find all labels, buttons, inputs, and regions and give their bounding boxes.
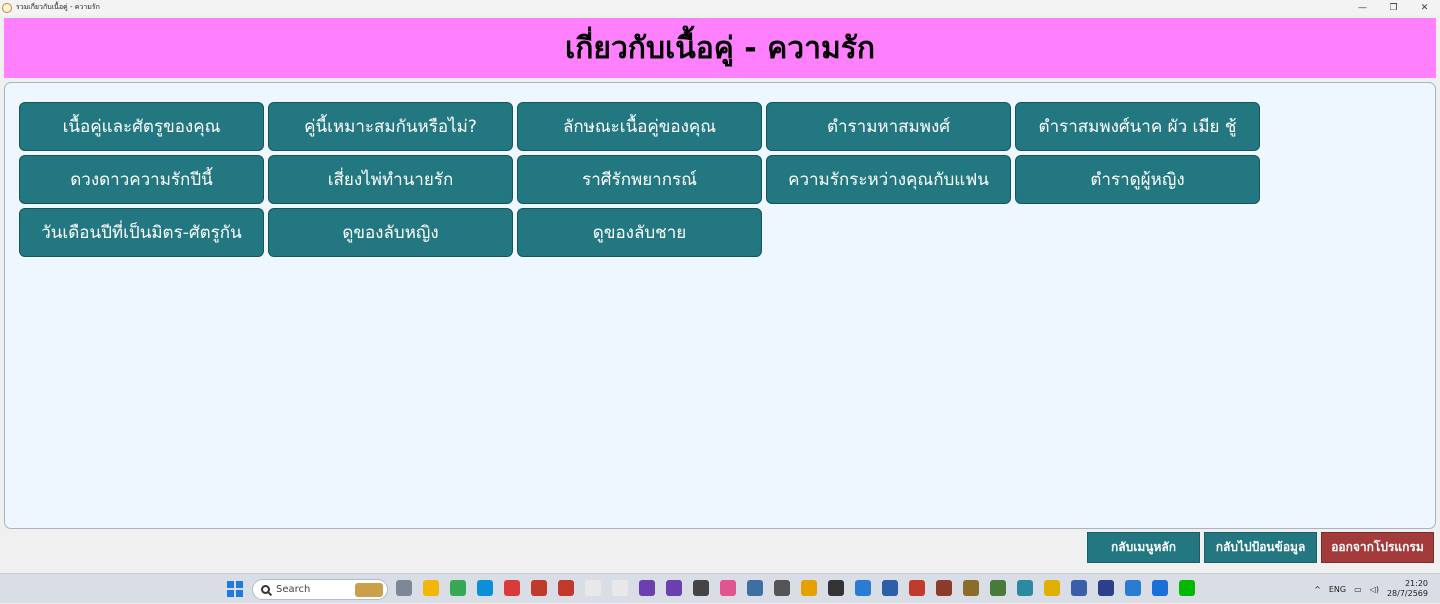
system-tray: ^ ENG ▭ ◁) 21:20 28/7/2569 [1314, 574, 1440, 604]
menu-button-partner-and-enemy[interactable]: เนื้อคู่และศัตรูของคุณ [19, 102, 264, 151]
taskbar-app-icon[interactable] [747, 580, 763, 596]
taskbar-app-icon[interactable] [612, 580, 628, 596]
taskbar-app-icon[interactable] [396, 580, 412, 596]
taskbar-app-icon[interactable] [1071, 580, 1087, 596]
search-highlight-icon [355, 583, 383, 597]
clock-date: 28/7/2569 [1386, 589, 1428, 598]
search-placeholder: Search [276, 584, 311, 595]
menu-button-maha-sompong[interactable]: ตำรามหาสมพงศ์ [766, 102, 1011, 151]
app-icon [2, 2, 12, 13]
taskbar-app-icon[interactable] [1152, 580, 1168, 596]
taskbar-app-icon[interactable] [585, 580, 601, 596]
menu-button-couple-compatibility[interactable]: คู่นี้เหมาะสมกันหรือไม่? [268, 102, 513, 151]
window-controls: — ❐ ✕ [1347, 0, 1440, 15]
page-title: เกี่ยวกับเนื้อคู่ - ความรัก [564, 30, 876, 66]
menu-button-reading-women[interactable]: ตำราดูผู้หญิง [1015, 155, 1260, 204]
menu-button-you-and-partner[interactable]: ความรักระหว่างคุณกับแฟน [766, 155, 1011, 204]
menu-button-male-secret[interactable]: ดูของลับชาย [517, 208, 762, 257]
taskbar-app-icon[interactable] [801, 580, 817, 596]
search-icon [261, 585, 270, 594]
taskbar-app-icon[interactable] [693, 580, 709, 596]
taskbar-app-icon[interactable] [1017, 580, 1033, 596]
taskbar-app-icons [396, 580, 1195, 596]
menu-button-friendly-enemy-dates[interactable]: วันเดือนปีที่เป็นมิตร-ศัตรูกัน [19, 208, 264, 257]
taskbar-app-icon[interactable] [1098, 580, 1114, 596]
taskbar-app-icon[interactable] [531, 580, 547, 596]
menu-button-partner-traits[interactable]: ลักษณะเนื้อคู่ของคุณ [517, 102, 762, 151]
menu-button-sompong-nak[interactable]: ตำราสมพงศ์นาค ผัว เมีย ชู้ [1015, 102, 1260, 151]
clock-time: 21:20 [1404, 579, 1428, 588]
taskbar-app-icon[interactable] [882, 580, 898, 596]
taskbar-app-icon[interactable] [477, 580, 493, 596]
clock[interactable]: 21:20 28/7/2569 [1387, 579, 1428, 599]
taskbar-app-icon[interactable] [855, 580, 871, 596]
volume-icon[interactable]: ◁) [1370, 585, 1379, 594]
taskbar-app-icon[interactable] [423, 580, 439, 596]
taskbar-app-icon[interactable] [639, 580, 655, 596]
window-titlebar: รวมเกี่ยวกับเนื้อคู่ - ความรัก — ❐ ✕ [0, 0, 1440, 15]
minimize-button[interactable]: — [1347, 0, 1378, 15]
menu-button-love-stars-this-year[interactable]: ดวงดาวความรักปีนี้ [19, 155, 264, 204]
chevron-up-icon[interactable]: ^ [1314, 585, 1321, 594]
taskbar-app-icon[interactable] [774, 580, 790, 596]
close-button[interactable]: ✕ [1409, 0, 1440, 15]
exit-program-button[interactable]: ออกจากโปรแกรม [1321, 532, 1434, 563]
taskbar-app-icon[interactable] [963, 580, 979, 596]
network-icon[interactable]: ▭ [1354, 585, 1362, 594]
taskbar-app-icon[interactable] [1044, 580, 1060, 596]
taskbar: Search ^ ENG ▭ ◁) 21:20 28/7/2569 [0, 573, 1440, 603]
main-menu-button[interactable]: กลับเมนูหลัก [1087, 532, 1200, 563]
taskbar-search[interactable]: Search [252, 579, 388, 600]
restore-button[interactable]: ❐ [1378, 0, 1409, 15]
taskbar-app-icon[interactable] [828, 580, 844, 596]
taskbar-app-icon[interactable] [1179, 580, 1195, 596]
windows-start-icon[interactable] [227, 581, 243, 597]
menu-button-female-secret[interactable]: ดูของลับหญิง [268, 208, 513, 257]
taskbar-app-icon[interactable] [450, 580, 466, 596]
taskbar-app-icon[interactable] [666, 580, 682, 596]
taskbar-app-icon[interactable] [504, 580, 520, 596]
back-to-input-button[interactable]: กลับไปป้อนข้อมูล [1204, 532, 1317, 563]
menu-panel: เนื้อคู่และศัตรูของคุณ คู่นี้เหมาะสมกันห… [4, 82, 1436, 529]
language-indicator[interactable]: ENG [1329, 585, 1346, 594]
taskbar-app-icon[interactable] [558, 580, 574, 596]
header-banner: เกี่ยวกับเนื้อคู่ - ความรัก [4, 18, 1436, 78]
taskbar-app-icon[interactable] [936, 580, 952, 596]
taskbar-app-icon[interactable] [990, 580, 1006, 596]
taskbar-app-icon[interactable] [909, 580, 925, 596]
window-title: รวมเกี่ยวกับเนื้อคู่ - ความรัก [16, 3, 100, 11]
menu-button-zodiac-love[interactable]: ราศีรักพยากรณ์ [517, 155, 762, 204]
menu-grid: เนื้อคู่และศัตรูของคุณ คู่นี้เหมาะสมกันห… [19, 102, 1260, 257]
taskbar-app-icon[interactable] [1125, 580, 1141, 596]
taskbar-app-icon[interactable] [720, 580, 736, 596]
menu-button-love-card-reading[interactable]: เสี่ยงไพ่ทำนายรัก [268, 155, 513, 204]
